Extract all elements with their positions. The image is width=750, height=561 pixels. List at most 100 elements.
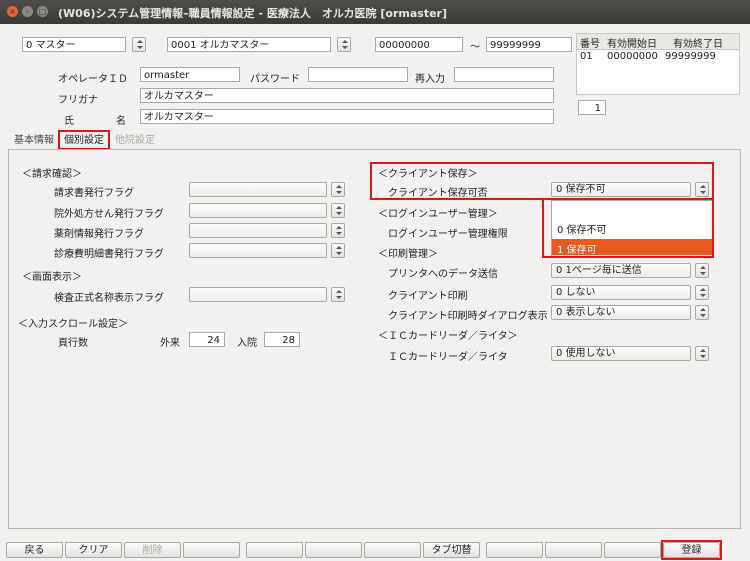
prescription-flag-spin[interactable] [331, 203, 345, 218]
tab-basic-info[interactable]: 基本情報 [10, 133, 58, 149]
master-spin-button[interactable] [132, 37, 146, 52]
drug-info-flag-select[interactable] [189, 223, 327, 238]
function-button-6[interactable] [305, 542, 362, 558]
range-to-input[interactable]: 99999999 [486, 37, 572, 52]
master-select[interactable]: 0 マスター [22, 37, 126, 52]
operator-id-input[interactable]: ormaster [140, 67, 240, 82]
grid-header-end: 有効終了日 [673, 39, 723, 50]
print-item-label: クライアント印刷 [388, 291, 468, 302]
ic-header: ＜ＩＣカードリーダ／ライタ＞ [378, 331, 518, 342]
range-from-input[interactable]: 00000000 [375, 37, 463, 52]
furigana-label: フリガナ [58, 95, 98, 106]
close-icon: × [9, 7, 16, 16]
minimize-window-button[interactable]: – [22, 6, 33, 17]
print-dialog-select[interactable]: 0 表示しない [551, 305, 691, 320]
maximize-icon: □ [38, 7, 47, 16]
spin-down-icon [700, 355, 706, 358]
tab-annotation-box [58, 130, 110, 150]
furigana-input[interactable]: オルカマスター [140, 88, 554, 103]
window-title: (W06)システム管理情報–職員情報設定 - 医療法人 オルカ医院 [ormas… [58, 7, 448, 20]
function-button-9[interactable] [486, 542, 543, 558]
maximize-window-button[interactable]: □ [37, 6, 48, 17]
drug-info-flag-spin[interactable] [331, 223, 345, 238]
printer-send-select[interactable]: 0 1ページ毎に送信 [551, 263, 691, 278]
statement-flag-spin[interactable] [331, 243, 345, 258]
print-item-label: プリンタへのデータ送信 [388, 269, 498, 280]
billing-item-label: 薬剤情報発行フラグ [54, 229, 144, 240]
operator-id-label: オペレータＩＤ [58, 74, 128, 85]
tab-switch-button[interactable]: タブ切替 [423, 542, 480, 558]
dropdown-annotation-box [542, 198, 714, 258]
exam-name-flag-spin[interactable] [331, 287, 345, 302]
spin-down-icon [342, 46, 348, 49]
rows-per-page-label: 頁行数 [58, 338, 88, 349]
billing-flag-spin[interactable] [331, 182, 345, 197]
spin-up-icon [700, 308, 706, 311]
spin-down-icon [700, 272, 706, 275]
user-select[interactable]: 0001 オルカマスター [167, 37, 331, 52]
login-header: ＜ログインユーザー管理＞ [378, 209, 498, 220]
client-print-select[interactable]: 0 しない [551, 285, 691, 300]
grid-cell-start: 00000000 [607, 51, 658, 62]
spin-down-icon [336, 232, 342, 235]
spin-up-icon [336, 246, 342, 249]
function-button-5[interactable] [246, 542, 303, 558]
grid-header-start: 有効開始日 [607, 39, 657, 50]
display-header: ＜画面表示＞ [22, 272, 82, 283]
spin-up-icon [700, 349, 706, 352]
name-label-given: 名 [116, 116, 126, 127]
exam-name-flag-select[interactable] [189, 287, 327, 302]
clear-button[interactable]: クリア [65, 542, 122, 558]
spin-down-icon [336, 296, 342, 299]
name-input[interactable]: オルカマスター [140, 109, 554, 124]
password-label: パスワード [250, 74, 300, 85]
ic-reader-spin[interactable] [695, 346, 709, 361]
billing-flag-select[interactable] [189, 182, 327, 197]
function-button-11[interactable] [604, 542, 661, 558]
client-save-annotation-box [370, 162, 714, 200]
password-input[interactable] [308, 67, 408, 82]
inpatient-label: 入院 [237, 338, 257, 349]
back-button[interactable]: 戻る [6, 542, 63, 558]
billing-item-label: 請求書発行フラグ [54, 188, 134, 199]
outpatient-rows-input[interactable]: 24 [189, 332, 225, 347]
spin-up-icon [342, 40, 348, 43]
inpatient-rows-input[interactable]: 28 [264, 332, 300, 347]
ic-reader-select[interactable]: 0 使用しない [551, 346, 691, 361]
print-dialog-spin[interactable] [695, 305, 709, 320]
spin-up-icon [336, 185, 342, 188]
user-spin-button[interactable] [337, 37, 351, 52]
delete-button[interactable]: 削除 [124, 542, 181, 558]
tab-other-clinic: 他院設定 [115, 135, 155, 146]
statement-flag-select[interactable] [189, 243, 327, 258]
ic-label: ＩＣカードリーダ／ライタ [388, 352, 508, 363]
name-label-family: 氏 [64, 116, 74, 127]
spin-down-icon [137, 46, 143, 49]
grid-header-no: 番号 [580, 39, 600, 50]
spin-up-icon [336, 206, 342, 209]
billing-header: ＜請求確認＞ [22, 169, 82, 180]
function-button-4[interactable] [183, 542, 240, 558]
outpatient-label: 外来 [160, 338, 180, 349]
function-button-7[interactable] [364, 542, 421, 558]
period-grid[interactable]: 番号 有効開始日 有効終了日 01 00000000 99999999 [576, 33, 740, 95]
function-button-10[interactable] [545, 542, 602, 558]
prescription-flag-select[interactable] [189, 203, 327, 218]
spin-down-icon [700, 314, 706, 317]
close-window-button[interactable]: × [7, 6, 18, 17]
grid-row[interactable]: 01 00000000 99999999 [577, 50, 739, 64]
window-titlebar: × – □ (W06)システム管理情報–職員情報設定 - 医療法人 オルカ医院 … [0, 0, 750, 24]
grid-cell-no: 01 [580, 51, 593, 62]
spin-up-icon [700, 266, 706, 269]
reenter-label: 再入力 [415, 74, 445, 85]
spin-down-icon [700, 294, 706, 297]
spin-up-icon [336, 226, 342, 229]
display-item-label: 検査正式名称表示フラグ [54, 293, 164, 304]
reenter-input[interactable] [454, 67, 554, 82]
spin-down-icon [336, 191, 342, 194]
spin-up-icon [336, 290, 342, 293]
printer-send-spin[interactable] [695, 263, 709, 278]
page-number-field[interactable]: 1 [578, 100, 606, 115]
client-print-spin[interactable] [695, 285, 709, 300]
billing-item-label: 院外処方せん発行フラグ [54, 209, 164, 220]
